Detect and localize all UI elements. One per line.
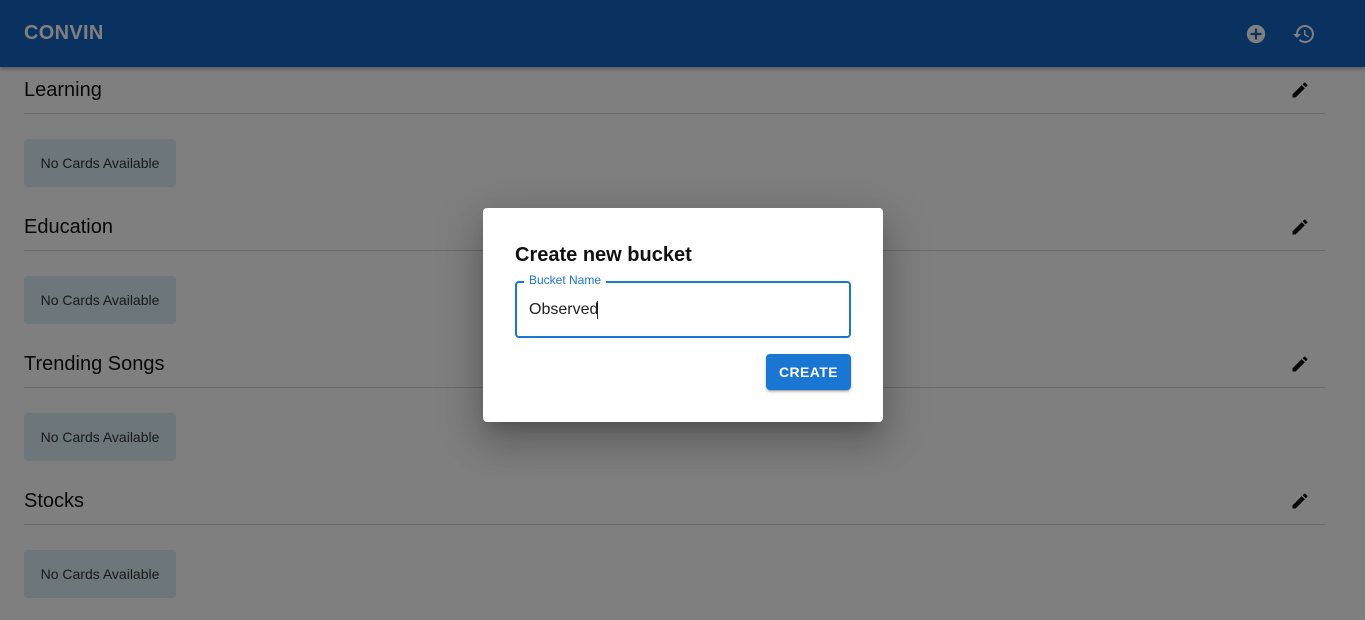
create-bucket-dialog: Create new bucket Bucket Name CREATE	[483, 208, 883, 422]
create-button[interactable]: CREATE	[766, 354, 851, 390]
bucket-name-field: Bucket Name	[515, 273, 851, 338]
dialog-title: Create new bucket	[515, 244, 692, 266]
bucket-name-input[interactable]	[517, 283, 849, 336]
text-caret	[597, 301, 598, 319]
